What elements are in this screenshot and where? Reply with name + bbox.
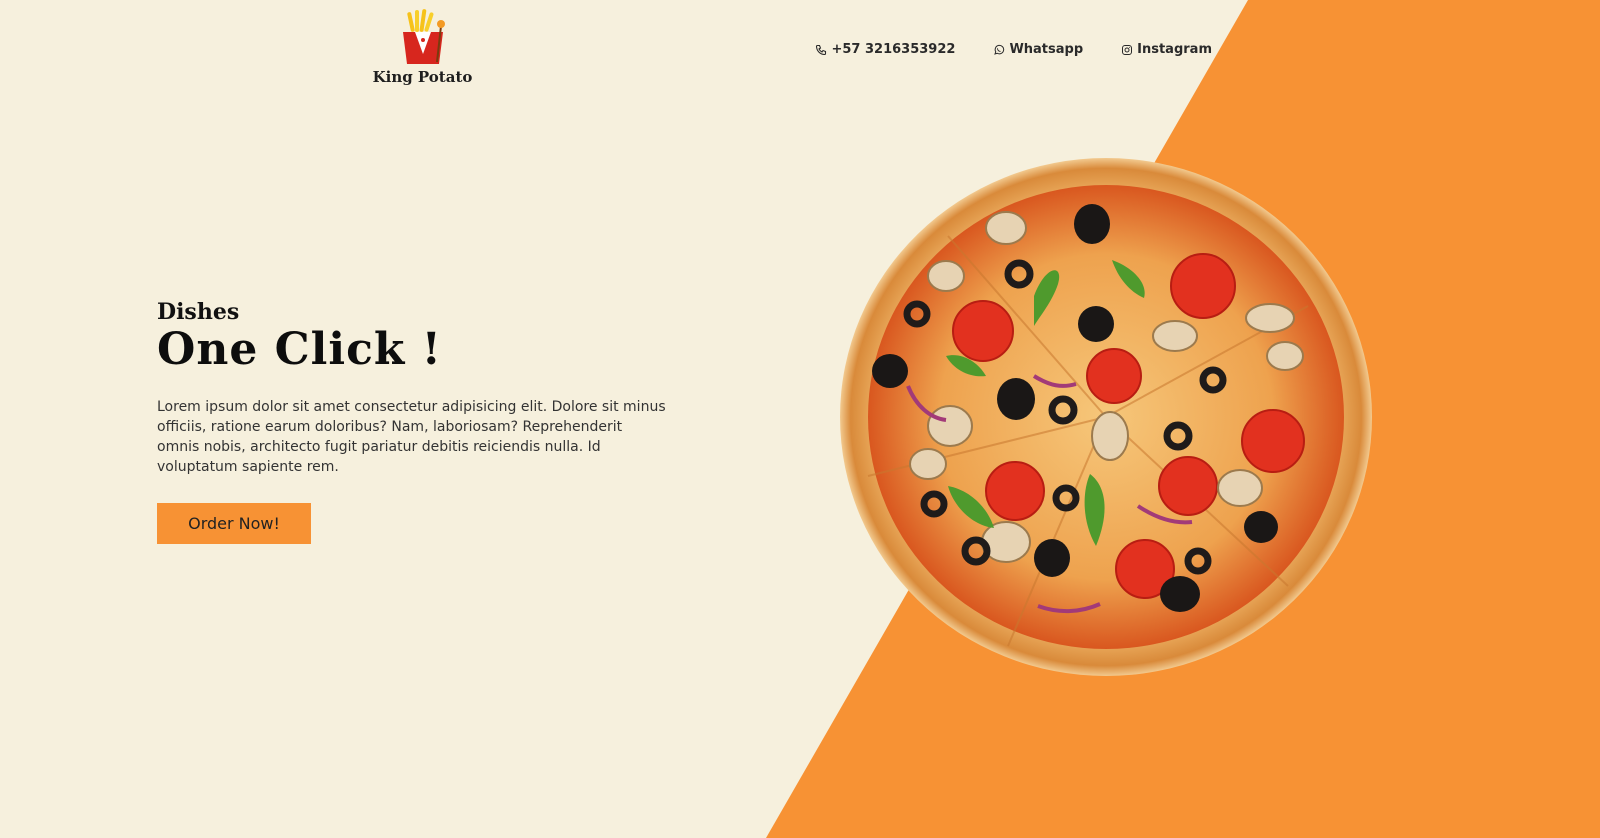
instagram-label: Instagram <box>1137 42 1212 57</box>
pizza-image <box>838 156 1374 678</box>
brand-logo[interactable]: King Potato <box>360 8 485 96</box>
king-potato-fries-logo-icon <box>402 9 445 64</box>
brand-name: King Potato <box>372 68 473 86</box>
hero-section: Dishes One Click ! Lorem ipsum dolor sit… <box>157 300 677 544</box>
site-header: King Potato +57 3216353922 Whatsapp Inst… <box>0 0 1600 100</box>
phone-icon <box>816 44 827 55</box>
whatsapp-icon <box>994 44 1005 55</box>
whatsapp-link[interactable]: Whatsapp <box>993 42 1083 57</box>
instagram-icon <box>1122 44 1133 55</box>
hero-eyebrow: Dishes <box>157 299 240 325</box>
whatsapp-label: Whatsapp <box>1009 42 1084 57</box>
phone-link[interactable]: +57 3216353922 <box>815 42 955 57</box>
order-now-button[interactable]: Order Now! <box>157 502 311 544</box>
hero-title: One Click ! <box>157 324 442 376</box>
hero-description: Lorem ipsum dolor sit amet consectetur a… <box>157 398 666 475</box>
contact-nav: +57 3216353922 Whatsapp Instagram <box>815 42 1212 57</box>
phone-number: +57 3216353922 <box>831 42 956 57</box>
instagram-link[interactable]: Instagram <box>1121 42 1212 57</box>
